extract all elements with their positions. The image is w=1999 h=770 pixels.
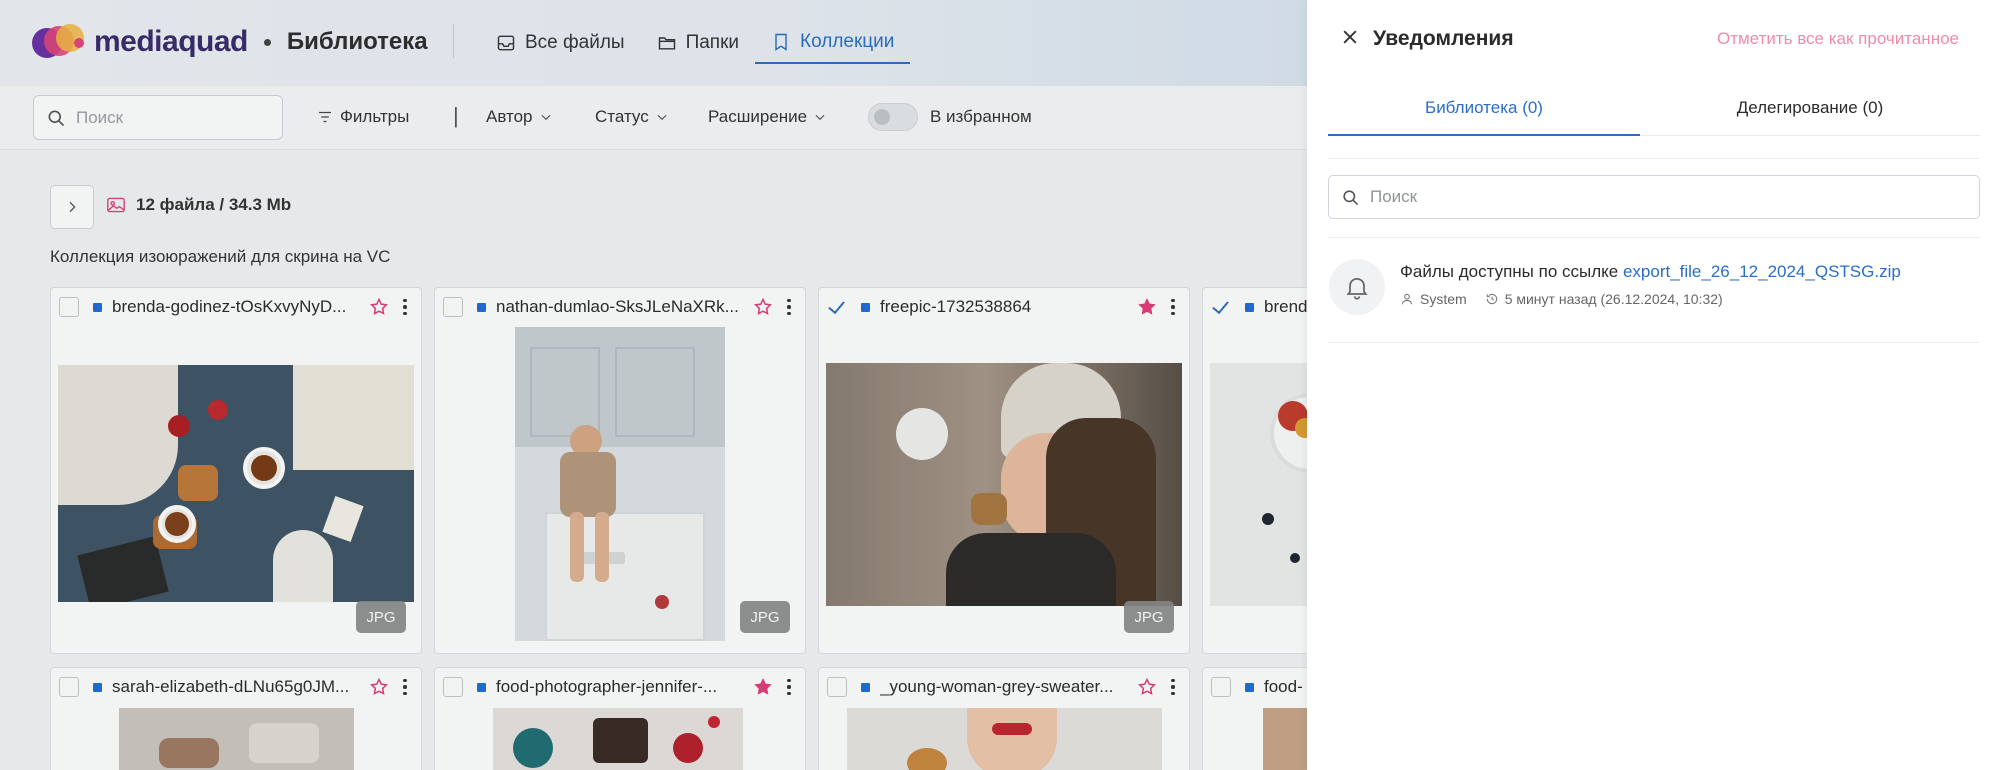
export-file-link[interactable]: export_file_26_12_2024_QSTSG.zip bbox=[1623, 262, 1901, 281]
notification-meta: System 5 минут назад (26.12.2024, 10:32) bbox=[1400, 291, 1723, 307]
notification-author: System bbox=[1420, 291, 1467, 307]
divider bbox=[1328, 158, 1980, 159]
notification-tabs: Библиотека (0) Делегирование (0) bbox=[1328, 90, 1980, 136]
notification-text: Файлы доступны по ссылке bbox=[1400, 262, 1623, 281]
divider bbox=[1328, 342, 1980, 343]
notification-message: Файлы доступны по ссылке export_file_26_… bbox=[1400, 262, 1901, 282]
tab-library[interactable]: Библиотека (0) bbox=[1328, 90, 1640, 136]
history-icon bbox=[1486, 293, 1497, 305]
close-icon[interactable] bbox=[1340, 27, 1360, 47]
search-icon bbox=[1343, 189, 1359, 205]
mark-all-read-link[interactable]: Отметить все как прочитанное bbox=[1717, 29, 1959, 49]
notification-search-input[interactable] bbox=[1370, 187, 1950, 207]
divider bbox=[1328, 237, 1980, 238]
notification-time: 5 минут назад (26.12.2024, 10:32) bbox=[1504, 291, 1723, 307]
bell-icon bbox=[1346, 277, 1368, 300]
panel-backdrop[interactable] bbox=[0, 0, 1307, 770]
notifications-title: Уведомления bbox=[1373, 27, 1514, 50]
notification-item-icon bbox=[1329, 259, 1385, 315]
notification-search[interactable] bbox=[1328, 175, 1980, 219]
user-icon bbox=[1401, 293, 1413, 305]
tab-delegation[interactable]: Делегирование (0) bbox=[1654, 90, 1966, 136]
